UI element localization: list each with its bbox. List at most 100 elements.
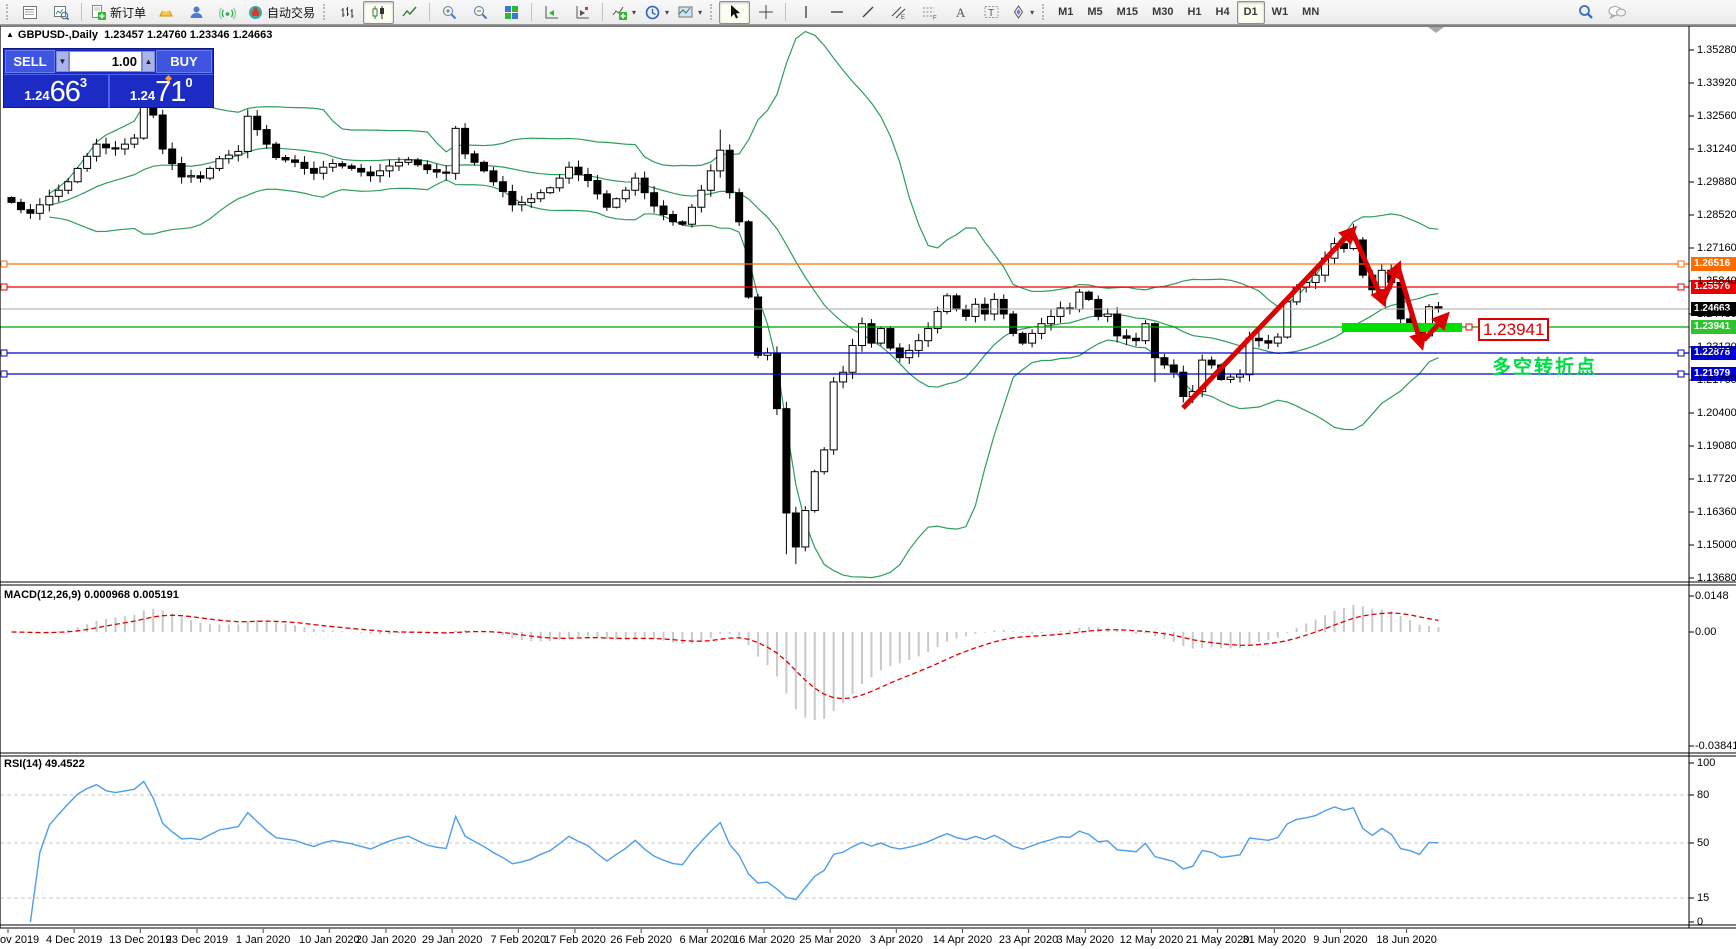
sell-button[interactable]: SELL (5, 50, 55, 73)
chart-symbol-period: GBPUSD-,Daily (17, 29, 98, 41)
rsi-name: RSI(14) (4, 758, 42, 770)
svg-text:E: E (901, 15, 905, 20)
text-tool-button[interactable]: A (945, 1, 976, 24)
timeframe-buttons: M1 M5 M15 M30 H1 H4 D1 W1 MN (1051, 0, 1326, 24)
toolbar-grip (323, 4, 328, 20)
periods-button[interactable]: ▾ (640, 1, 673, 24)
timeframe-D1[interactable]: D1 (1236, 0, 1265, 24)
chevron-down-icon: ▾ (698, 7, 703, 17)
timeframe-MN[interactable]: MN (1295, 1, 1326, 24)
gold-icon (158, 10, 173, 16)
cursor-tool-button[interactable] (719, 0, 751, 24)
channel-tool-button[interactable]: E (883, 1, 914, 24)
chart-window-title: ▲ GBPUSD-,Daily 1.23457 1.24760 1.23346 1… (6, 29, 272, 41)
fibonacci-icon: F (923, 7, 937, 20)
template-icon (678, 6, 693, 17)
trendline-tool-button[interactable] (852, 1, 883, 24)
crosshair-icon (758, 5, 773, 19)
templates-button[interactable]: ▾ (673, 1, 706, 24)
volume-decrease-button[interactable]: ▼ (56, 51, 69, 72)
new-order-button[interactable]: 新订单 (86, 1, 150, 24)
macd-indicator-label: MACD(12,26,9) 0.000968 0.005191 (4, 589, 179, 601)
main-chart-plot[interactable] (0, 26, 1689, 582)
text-label-tool-button[interactable]: T (976, 1, 1007, 24)
trendline-icon (862, 6, 874, 18)
community-button[interactable] (181, 1, 212, 24)
shapes-tool-button[interactable]: ▾ (1007, 1, 1038, 24)
auto-scroll-icon (545, 5, 559, 18)
timeframe-H4[interactable]: H4 (1209, 1, 1237, 24)
price-annotation-box[interactable]: 1.23941 (1478, 318, 1550, 341)
buy-price-sup: 0 (185, 75, 193, 90)
indicators-icon (612, 6, 628, 20)
zoom-out-icon (474, 5, 488, 19)
timeframe-M30[interactable]: M30 (1145, 1, 1180, 24)
chart-profiles-button[interactable] (46, 1, 77, 24)
chart-shift-button[interactable] (567, 1, 598, 24)
macd-panel-plot[interactable] (0, 587, 1689, 752)
one-click-trading-panel: SELL ▼ 1.00 ▲ BUY 1.24 66 3 1.24 71 0 (3, 48, 214, 108)
vertical-line-tool-button[interactable] (790, 1, 821, 24)
buy-button[interactable]: BUY (156, 50, 212, 73)
tile-windows-button[interactable] (496, 1, 527, 24)
chevron-down-icon: ▾ (1030, 7, 1035, 17)
horizontal-line-tool-button[interactable] (821, 1, 852, 24)
buy-price-big: 71 (155, 76, 186, 108)
buy-price-display[interactable]: 1.24 71 0 (110, 74, 214, 108)
crosshair-tool-button[interactable] (750, 1, 781, 24)
main-toolbar: 新订单 自动交易 ▾ ▾ ▾ E F A T ▾ M1 M5 M15 M30 H1 H4 D… (0, 0, 1736, 25)
toolbar-grip (6, 4, 11, 20)
indicators-button[interactable]: ▾ (607, 1, 640, 24)
volume-increase-button[interactable]: ▲ (142, 51, 155, 72)
chart-collapse-icon[interactable]: ▲ (6, 30, 14, 39)
signal-icon (219, 7, 237, 19)
timeframe-H1[interactable]: H1 (1180, 1, 1208, 24)
autotrading-label: 自动交易 (267, 5, 316, 20)
turning-point-annotation[interactable]: 多空转折点 (1492, 352, 1597, 379)
sell-price-sup: 3 (79, 75, 88, 90)
timeframe-M1[interactable]: M1 (1051, 1, 1080, 24)
sell-price-display[interactable]: 1.24 66 3 (4, 75, 110, 108)
signals-button[interactable] (212, 1, 243, 24)
search-icon (1578, 5, 1593, 19)
candlestick-mode-button[interactable] (363, 0, 395, 24)
volume-input[interactable]: 1.00 (69, 51, 142, 72)
rsi-value: 49.4522 (44, 758, 85, 770)
toolbar-separator (81, 3, 82, 21)
timeframe-W1[interactable]: W1 (1265, 1, 1296, 24)
fibonacci-tool-button[interactable]: F (914, 1, 945, 24)
timeframe-M15[interactable]: M15 (1110, 1, 1145, 24)
chart-canvas (0, 25, 1736, 933)
metaeditor-button[interactable] (150, 1, 181, 24)
text-icon: A (956, 5, 966, 20)
new-order-icon (92, 4, 106, 20)
chat-button[interactable] (1601, 1, 1632, 24)
new-order-label: 新订单 (110, 5, 147, 20)
chart-profiles-icon (54, 5, 70, 20)
channel-icon: E (891, 6, 906, 20)
zoom-in-icon (443, 5, 457, 19)
timeframe-M5[interactable]: M5 (1080, 1, 1109, 24)
macd-name: MACD(12,26,9) (4, 589, 82, 601)
bar-chart-icon (341, 6, 354, 18)
autotrading-button[interactable]: 自动交易 (243, 1, 319, 24)
line-chart-mode-button[interactable] (394, 1, 425, 24)
rsi-panel-plot[interactable] (0, 757, 1689, 924)
search-button[interactable] (1570, 1, 1601, 24)
sell-price-prefix: 1.24 (24, 88, 50, 103)
chevron-down-icon: ▾ (665, 7, 670, 17)
tile-windows-icon (505, 5, 519, 19)
cursor-icon (730, 5, 740, 19)
bar-chart-mode-button[interactable] (332, 1, 363, 24)
buy-price-prefix: 1.24 (129, 88, 156, 103)
zoom-in-button[interactable] (434, 1, 465, 24)
svg-text:T: T (988, 8, 994, 19)
auto-scroll-button[interactable] (536, 1, 567, 24)
clock-icon (645, 5, 660, 19)
toolbar-separator (602, 3, 604, 21)
line-chart-icon (402, 6, 417, 16)
zoom-out-button[interactable] (465, 1, 496, 24)
toolbar-separator (429, 3, 431, 21)
new-chart-button[interactable] (15, 1, 46, 24)
toolbar-grip (1042, 4, 1047, 20)
